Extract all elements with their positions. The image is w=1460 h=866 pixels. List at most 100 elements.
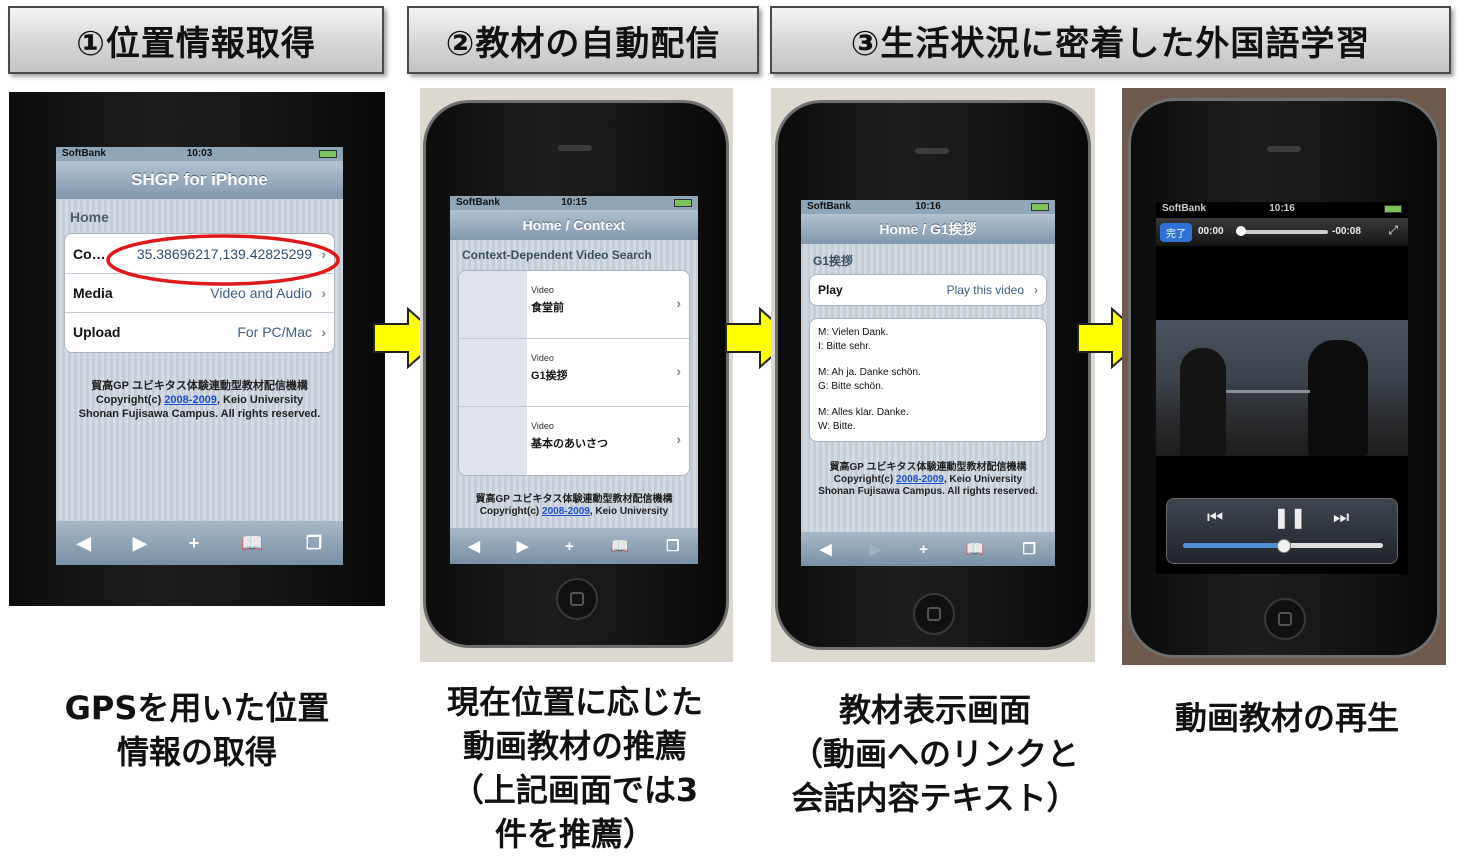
chevron-right-icon: › <box>676 363 681 379</box>
home-button[interactable] <box>556 578 598 620</box>
caption-step-4: 動画教材の再生 <box>1122 696 1452 740</box>
volume-slider[interactable] <box>1183 539 1383 553</box>
phone-screen: SoftBank 10:15 Home / Context Context-De… <box>450 196 698 564</box>
dialogue-box: M: Vielen Dank. I: Bitte sehr. M: Ah ja.… <box>809 318 1047 442</box>
player-top-bar: 完了 00:00 -00:08 ⤢ <box>1156 218 1408 246</box>
step-3-label: ③生活状況に密着した外国語学習 <box>850 23 1371 64</box>
clock: 10:03 <box>186 148 213 159</box>
step-1-header: ①位置情報取得 <box>8 6 384 74</box>
chevron-right-icon: › <box>321 324 326 340</box>
dialogue-line <box>818 353 1038 366</box>
caption-line: GPSを用いた位置 <box>64 689 330 727</box>
dialogue-line: M: Vielen Dank. <box>818 327 889 338</box>
back-icon[interactable]: ◀ <box>77 533 91 554</box>
status-bar: SoftBank 10:03 <box>56 147 343 161</box>
fullscreen-icon[interactable]: ⤢ <box>1388 223 1398 238</box>
list-item-video[interactable]: Video 基本のあいさつ › <box>459 407 689 475</box>
highlight-ellipse <box>106 234 340 286</box>
video-railing <box>1226 390 1310 393</box>
browser-toolbar: ◀ ▶ + 📖 ❐ <box>56 521 343 565</box>
play-video-button[interactable]: Play Play this video › <box>810 275 1046 305</box>
done-button[interactable]: 完了 <box>1160 223 1192 242</box>
footer-line: Shonan Fujisawa Campus. All rights reser… <box>818 486 1038 497</box>
dialogue-line: M: Alles klar. Danke. <box>818 407 909 418</box>
footer-line: Copyright(c) 2008-2009, Keio University <box>450 506 698 518</box>
row-label: Co… <box>73 246 106 262</box>
video-person <box>1180 348 1226 456</box>
item-name: G1挨拶 <box>531 370 568 382</box>
dialogue-line: M: Ah ja. Danke schön. <box>818 367 921 378</box>
pages-icon[interactable]: ❐ <box>1023 540 1036 558</box>
phone-photo-3: SoftBank 10:16 Home / G1挨拶 G1挨拶 Play Pla… <box>771 88 1095 662</box>
footer-line: 貿高GP ユビキタス体験連動型教材配信機構 <box>829 462 1027 473</box>
years-link[interactable]: 2008-2009 <box>542 506 590 517</box>
home-button[interactable] <box>1264 598 1306 640</box>
list-item-video[interactable]: Video 食堂前 › <box>459 271 689 339</box>
item-name: 基本のあいさつ <box>531 438 608 450</box>
pages-icon[interactable]: ❐ <box>666 537 679 555</box>
status-bar: SoftBank 10:16 <box>1156 202 1408 216</box>
copyright-rest: , Keio University <box>216 394 304 406</box>
caption-line: （動画へのリンクと <box>790 735 1079 773</box>
previous-track-icon[interactable]: ⏮ <box>1207 507 1223 528</box>
phone-photo-4: SoftBank 10:16 完了 00:00 -00:08 ⤢ ⏮ ❚❚ ⏭ <box>1122 88 1446 665</box>
forward-icon[interactable]: ▶ <box>870 540 882 558</box>
pages-icon[interactable]: ❐ <box>306 533 322 554</box>
list-item-video[interactable]: Video G1挨拶 › <box>459 339 689 407</box>
video-player-screen: SoftBank 10:16 完了 00:00 -00:08 ⤢ ⏮ ❚❚ ⏭ <box>1156 202 1408 574</box>
dialogue-line: I: Bitte sehr. <box>818 340 871 352</box>
speaker-grille <box>915 148 949 154</box>
home-button[interactable] <box>913 593 955 635</box>
row-value: For PC/Mac <box>237 324 312 340</box>
next-track-icon[interactable]: ⏭ <box>1333 507 1349 528</box>
caption-line: 会話内容テキスト） <box>791 779 1079 817</box>
bookmarks-icon[interactable]: 📖 <box>611 537 630 555</box>
battery-icon <box>319 150 337 158</box>
battery-icon <box>674 199 692 207</box>
nav-title: Home / G1挨拶 <box>879 221 977 237</box>
status-bar: SoftBank 10:15 <box>450 196 698 210</box>
scrubber-track[interactable] <box>1236 226 1328 236</box>
nav-title-bar: Home / Context <box>450 210 698 240</box>
pause-icon[interactable]: ❚❚ <box>1273 505 1307 530</box>
battery-icon <box>1031 203 1049 211</box>
step-2-header: ②教材の自動配信 <box>407 6 759 74</box>
step-2-label: ②教材の自動配信 <box>445 23 721 64</box>
nav-title: Home / Context <box>522 217 626 233</box>
phone-photo-1: SoftBank 10:03 SHGP for iPhone Home Co… … <box>9 92 385 606</box>
bookmarks-icon[interactable]: 📖 <box>241 533 263 554</box>
caption-line: 件を推薦） <box>494 815 655 853</box>
battery-icon <box>1384 205 1402 213</box>
list-item-upload[interactable]: Upload For PC/Mac › <box>65 313 334 352</box>
add-icon[interactable]: + <box>919 541 928 558</box>
copyright-rest: , Keio University <box>589 506 669 517</box>
item-type: Video <box>531 285 554 295</box>
chevron-right-icon: › <box>676 295 681 311</box>
phone-screen: SoftBank 10:03 SHGP for iPhone Home Co… … <box>56 147 343 565</box>
section-label: Context-Dependent Video Search <box>462 248 652 262</box>
dialogue-line <box>818 393 1038 406</box>
caption-step-3: 教材表示画面 （動画へのリンクと 会話内容テキスト） <box>770 688 1100 820</box>
volume-knob[interactable] <box>1277 539 1291 553</box>
browser-toolbar: ◀ ▶ + 📖 ❐ <box>450 528 698 564</box>
scrubber-knob[interactable] <box>1236 226 1246 236</box>
caption-step-1: GPSを用いた位置 情報の取得 <box>22 686 372 774</box>
dialogue-line: W: Bitte. <box>818 420 856 432</box>
browser-toolbar: ◀ ▶ + 📖 ❐ <box>801 532 1055 566</box>
add-icon[interactable]: + <box>189 533 200 554</box>
years-link[interactable]: 2008-2009 <box>164 394 217 406</box>
caption-line: 教材表示画面 <box>838 691 1031 729</box>
clock: 10:15 <box>561 197 587 208</box>
forward-icon[interactable]: ▶ <box>133 533 147 554</box>
years-link[interactable]: 2008-2009 <box>896 474 944 485</box>
item-type: Video <box>531 353 554 363</box>
video-frame <box>1156 320 1408 456</box>
row-label: Upload <box>73 324 121 340</box>
back-icon[interactable]: ◀ <box>468 537 480 555</box>
footer-copyright: 貿高GP ユビキタス体験連動型教材配信機構 Copyright(c) 2008-… <box>801 462 1055 498</box>
forward-icon[interactable]: ▶ <box>517 537 529 555</box>
bookmarks-icon[interactable]: 📖 <box>966 540 985 558</box>
playback-controls: ⏮ ❚❚ ⏭ <box>1166 498 1398 564</box>
back-icon[interactable]: ◀ <box>820 540 832 558</box>
add-icon[interactable]: + <box>565 538 574 555</box>
